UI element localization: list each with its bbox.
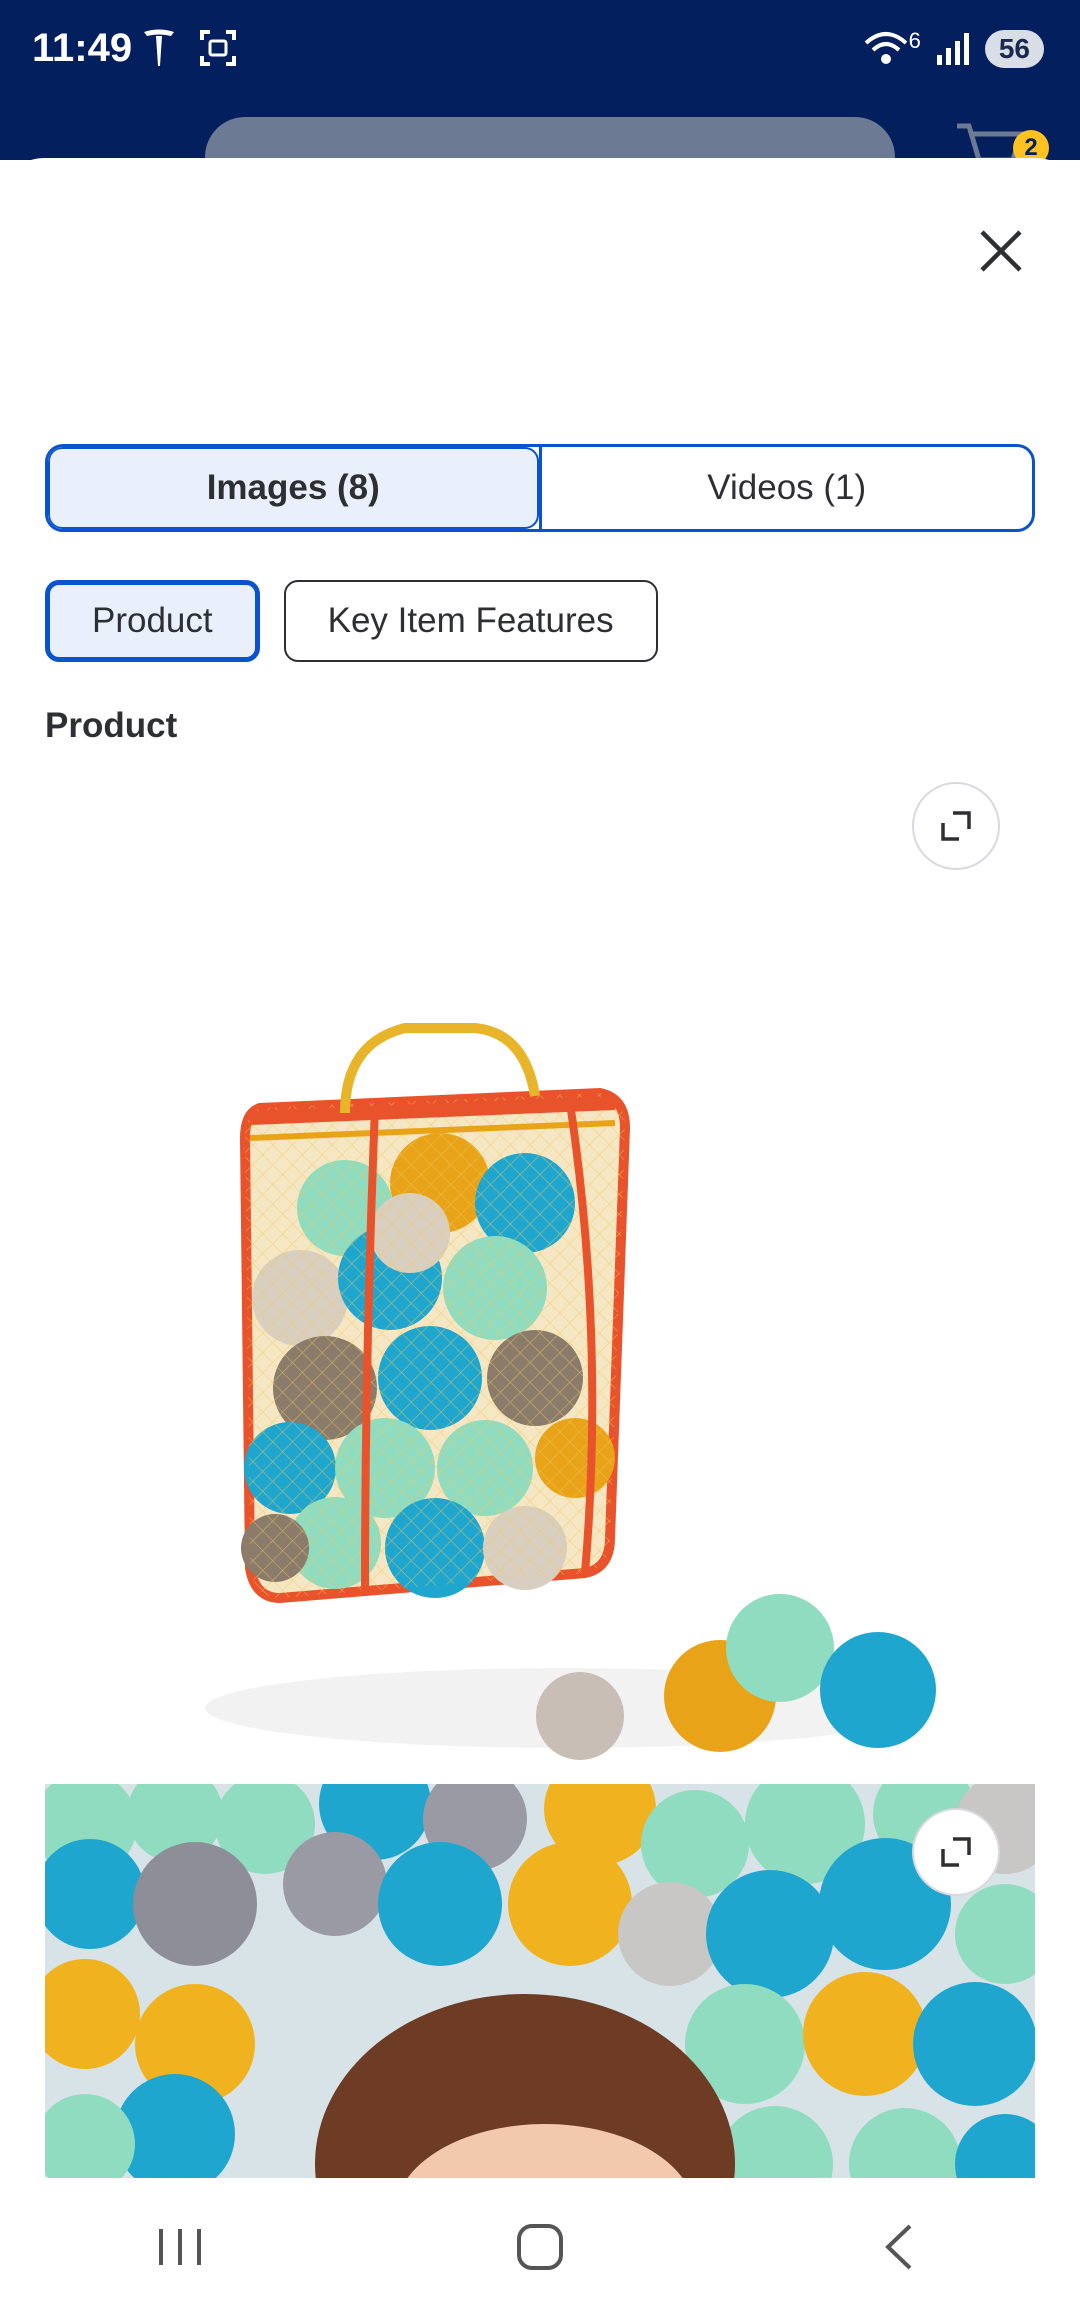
screenshot-icon	[200, 30, 236, 66]
home-icon	[517, 2224, 563, 2270]
section-title: Product	[45, 706, 178, 745]
system-nav-bar	[0, 2178, 1080, 2316]
back-icon	[885, 2224, 912, 2270]
network-type: 6	[908, 28, 921, 53]
close-icon	[980, 230, 1022, 272]
signal-icon	[936, 33, 969, 65]
expand-icon	[941, 1837, 971, 1867]
recent-apps-button[interactable]	[120, 2202, 240, 2292]
category-chips: Product Key Item Features	[45, 580, 658, 662]
media-type-tabs: Images (8) Videos (1)	[45, 444, 1035, 532]
home-button[interactable]	[480, 2202, 600, 2292]
expand-image-button-2[interactable]	[912, 1808, 1000, 1896]
tab-images[interactable]: Images (8)	[48, 447, 539, 529]
recent-apps-icon	[159, 2229, 201, 2265]
media-gallery-sheet: Images (8) Videos (1) Product Key Item F…	[0, 158, 1080, 2178]
expand-image-button[interactable]	[912, 782, 1000, 870]
battery-indicator: 56	[984, 30, 1044, 68]
back-button[interactable]	[840, 2202, 960, 2292]
close-button[interactable]	[970, 220, 1032, 282]
status-time: 11:49	[32, 26, 133, 70]
chip-key-item-features[interactable]: Key Item Features	[283, 580, 658, 662]
product-image-2[interactable]	[45, 1784, 1035, 2178]
tesla-icon	[144, 29, 174, 66]
product-image[interactable]	[45, 778, 1035, 1888]
tab-videos[interactable]: Videos (1)	[538, 447, 1033, 529]
expand-icon	[941, 811, 971, 841]
chip-product[interactable]: Product	[45, 580, 260, 662]
wifi-icon	[864, 32, 907, 64]
